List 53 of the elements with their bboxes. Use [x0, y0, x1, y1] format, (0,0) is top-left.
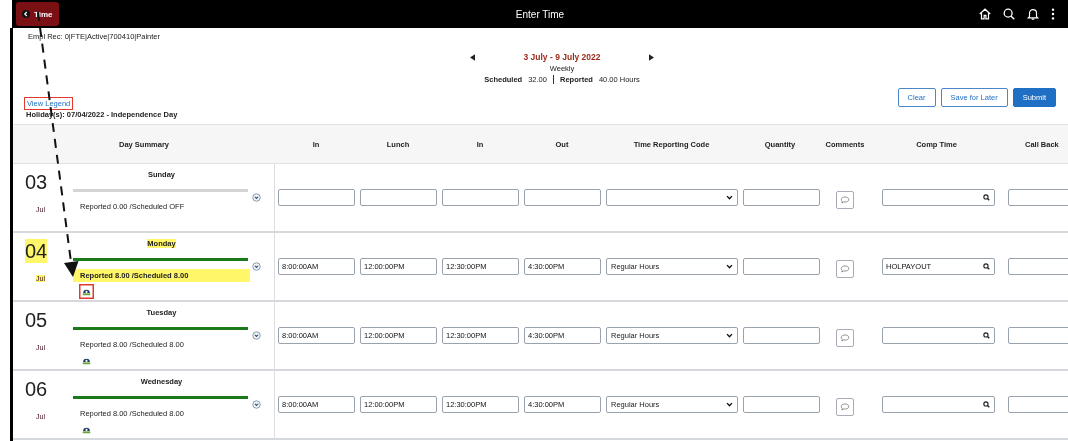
dome-icon[interactable] — [79, 284, 94, 299]
next-week-icon[interactable] — [648, 53, 654, 61]
home-icon[interactable] — [978, 7, 992, 21]
period-label: 3 July - 9 July 2022 — [523, 52, 601, 62]
comp-time-field[interactable] — [882, 189, 995, 206]
day-number: 06 — [25, 377, 48, 401]
in-time-field[interactable] — [278, 189, 355, 206]
bell-icon[interactable] — [1026, 7, 1040, 21]
expand-icon[interactable] — [252, 400, 261, 409]
comment-button[interactable] — [836, 328, 854, 347]
day-number: 04 — [25, 239, 48, 263]
speech-bubble-icon — [840, 333, 850, 342]
day-number: 05 — [25, 308, 48, 332]
call-back-field[interactable] — [1008, 396, 1068, 413]
speech-bubble-icon — [840, 402, 850, 411]
day-number: 03 — [25, 170, 48, 194]
in-time-field[interactable] — [442, 189, 519, 206]
quantity-field[interactable] — [743, 258, 820, 275]
more-options-icon[interactable] — [1050, 7, 1056, 21]
comp-time-field[interactable] — [882, 327, 995, 344]
speech-bubble-icon — [840, 195, 850, 204]
out-time-field[interactable] — [524, 189, 601, 206]
dome-icon[interactable] — [82, 356, 91, 365]
search-icon[interactable] — [983, 332, 990, 339]
search-icon[interactable] — [983, 401, 990, 408]
call-back-field[interactable] — [1008, 327, 1068, 344]
chevron-down-icon — [726, 263, 733, 270]
comment-button[interactable] — [836, 397, 854, 416]
search-icon[interactable] — [983, 263, 990, 270]
chevron-down-icon — [726, 194, 733, 201]
call-back-field[interactable] — [1008, 189, 1068, 206]
chevron-down-icon — [726, 401, 733, 408]
lunch-time-field[interactable] — [360, 189, 437, 206]
search-icon[interactable] — [1002, 7, 1016, 21]
dome-icon[interactable] — [82, 425, 91, 434]
previous-week-icon[interactable] — [470, 53, 476, 61]
back-button[interactable]: Time — [16, 2, 59, 26]
page-title: Enter Time — [515, 8, 565, 20]
search-icon[interactable] — [983, 194, 990, 201]
quantity-field[interactable] — [743, 396, 820, 413]
quantity-field[interactable] — [743, 327, 820, 344]
comment-button[interactable] — [836, 259, 854, 278]
comment-button[interactable] — [836, 190, 854, 209]
expand-icon[interactable] — [252, 262, 261, 271]
comp-time-field[interactable] — [882, 396, 995, 413]
speech-bubble-icon — [840, 264, 850, 273]
quantity-field[interactable] — [743, 189, 820, 206]
call-back-field[interactable] — [1008, 258, 1068, 275]
expand-icon[interactable] — [252, 331, 261, 340]
chevron-left-icon — [22, 10, 30, 18]
chevron-down-icon — [726, 332, 733, 339]
expand-icon[interactable] — [252, 193, 261, 202]
time-reporting-code-dropdown[interactable] — [606, 189, 738, 206]
